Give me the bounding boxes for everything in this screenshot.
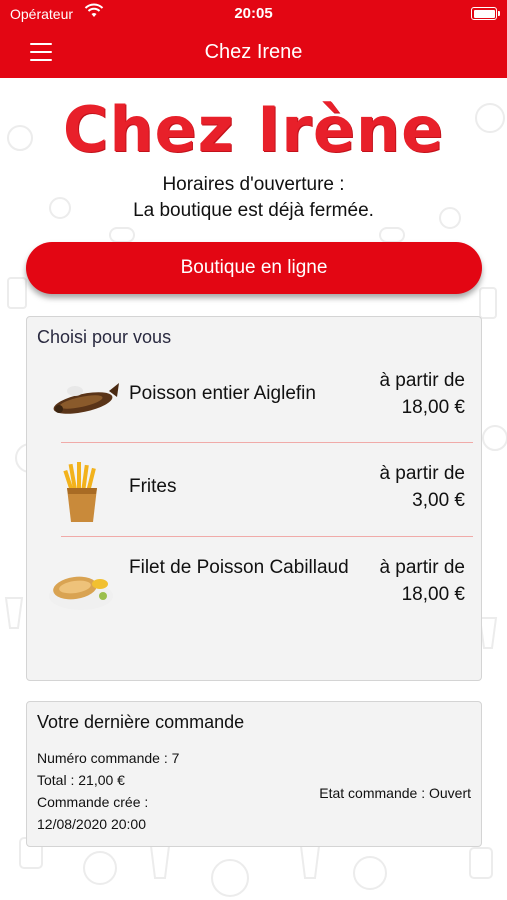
menu-item-name: Filet de Poisson Cabillaud — [129, 557, 349, 578]
opening-hours-status: La boutique est déjà fermée. — [133, 200, 374, 221]
battery-icon — [471, 7, 500, 20]
restaurant-logo: Chez Irène — [62, 93, 445, 166]
last-order-card[interactable]: Votre dernière commande Numéro commande … — [26, 701, 482, 847]
online-shop-button[interactable]: Boutique en ligne — [26, 242, 482, 294]
item-divider — [61, 536, 473, 537]
menu-item-price-block: à partir de 18,00 € — [379, 554, 465, 608]
price-value: 3,00 € — [412, 490, 465, 511]
opening-hours-heading: Horaires d'ouverture : — [162, 174, 345, 195]
fried-fish-icon — [53, 383, 119, 414]
order-status: Etat commande : Ouvert — [319, 785, 471, 801]
menu-item-price-block: à partir de 18,00 € — [379, 367, 465, 421]
recommended-card: Choisi pour vous Poisson entier Aiglefin… — [26, 316, 482, 681]
order-created-date: 12/08/2020 20:00 — [37, 816, 146, 832]
price-value: 18,00 € — [401, 397, 465, 418]
nav-title: Chez Irene — [204, 41, 303, 63]
menu-item-poisson-entier[interactable]: Poisson entier Aiglefin à partir de 18,0… — [27, 357, 483, 450]
fries-icon — [63, 462, 97, 522]
price-value: 18,00 € — [401, 584, 465, 605]
navigation-bar: Chez Irene — [0, 28, 507, 78]
price-prefix: à partir de — [379, 370, 465, 391]
price-prefix: à partir de — [379, 557, 465, 578]
menu-item-name: Poisson entier Aiglefin — [129, 383, 316, 404]
menu-item-price-block: à partir de 3,00 € — [379, 460, 465, 514]
last-order-title: Votre dernière commande — [37, 712, 245, 732]
fish-fillet-icon — [49, 576, 113, 610]
clock: 20:05 — [234, 5, 273, 22]
item-divider — [61, 442, 473, 443]
price-prefix: à partir de — [379, 463, 465, 484]
opening-hours: Horaires d'ouverture : La boutique est d… — [0, 172, 507, 224]
recommended-title: Choisi pour vous — [37, 327, 172, 347]
order-created-label: Commande crée : — [37, 794, 149, 810]
order-number: Numéro commande : 7 — [37, 750, 180, 766]
menu-item-name: Frites — [129, 476, 177, 497]
order-total: Total : 21,00 € — [37, 772, 125, 788]
status-bar: Opérateur 20:05 — [0, 0, 507, 28]
menu-item-filet-cabillaud[interactable]: Filet de Poisson Cabillaud à partir de 1… — [27, 544, 483, 637]
menu-item-frites[interactable]: Frites à partir de 3,00 € — [27, 450, 483, 543]
